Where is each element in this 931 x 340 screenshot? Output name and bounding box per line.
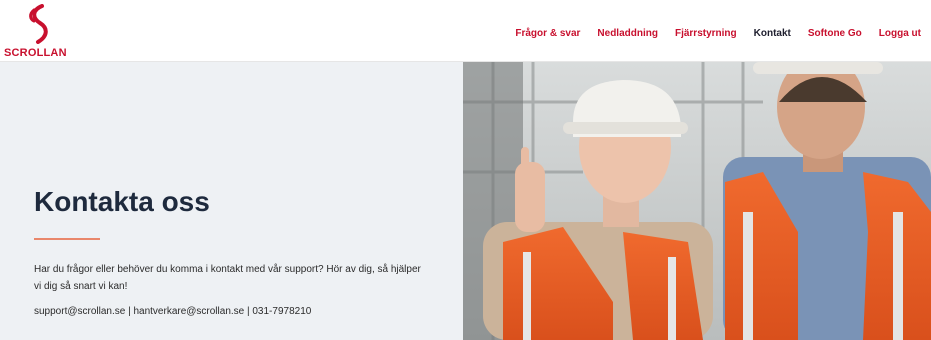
logo-wordmark: SCROLLAN bbox=[4, 47, 67, 59]
nav-item-nedladdning[interactable]: Nedladdning bbox=[597, 28, 658, 39]
nav-item-kontakt[interactable]: Kontakt bbox=[754, 28, 791, 39]
scrollan-logo-icon bbox=[29, 4, 48, 44]
nav-item-logga-ut[interactable]: Logga ut bbox=[879, 28, 921, 39]
page-title: Kontakta oss bbox=[34, 186, 210, 217]
hero-description: Har du frågor eller behöver du komma i k… bbox=[34, 264, 421, 292]
contact-details: support@scrollan.se | hantverkare@scroll… bbox=[34, 306, 312, 317]
main-nav: Frågor & svar Nedladdning Fjärrstyrning … bbox=[498, 24, 921, 42]
scrollan-logo[interactable]: SCROLLAN bbox=[4, 4, 74, 60]
site-header: SCROLLAN Frågor & svar Nedladdning Fjärr… bbox=[0, 0, 931, 62]
construction-workers-image bbox=[463, 62, 931, 340]
title-underline bbox=[34, 238, 100, 240]
hero-text-panel: Kontakta oss Har du frågor eller behöver… bbox=[0, 62, 463, 340]
hero-section: Kontakta oss Har du frågor eller behöver… bbox=[0, 62, 931, 340]
nav-item-fragor-svar[interactable]: Frågor & svar bbox=[515, 28, 580, 39]
nav-item-fjarrstyrning[interactable]: Fjärrstyrning bbox=[675, 28, 737, 39]
hero-photo bbox=[463, 62, 931, 340]
nav-item-softone-go[interactable]: Softone Go bbox=[808, 28, 862, 39]
